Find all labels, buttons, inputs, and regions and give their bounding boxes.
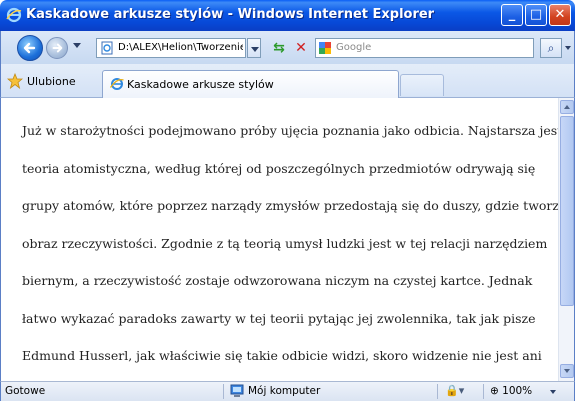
text-line: Edmund Husserl, jak właściwie się takie … (22, 348, 542, 363)
text-line: teoria atomistyczna, według której od po… (22, 160, 536, 176)
search-box[interactable]: Google (315, 38, 534, 58)
text-line: łatwo wykazać paradoks zawarty w tej teo… (22, 310, 536, 326)
tab-kaskadowe-arkusze[interactable]: Kaskadowe arkusze stylów (102, 70, 399, 98)
zoom-dropdown-icon[interactable] (550, 390, 556, 394)
new-tab-button[interactable] (400, 74, 444, 96)
back-button[interactable] (17, 35, 43, 61)
address-dropdown-button[interactable] (247, 38, 261, 58)
title-bar[interactable]: Kaskadowe arkusze stylów - Windows Inter… (0, 0, 575, 31)
navigation-toolbar: D:\ALEX\Helion\Tworzenie ⇆ ✕ Google ⌕ (0, 31, 575, 64)
window-title: Kaskadowe arkusze stylów - Windows Inter… (26, 7, 435, 22)
history-dropdown-icon[interactable] (73, 43, 81, 48)
status-bar: Gotowe Mój komputer 🔒▾ ⊕ 100% (0, 381, 575, 401)
internet-explorer-icon (6, 7, 22, 23)
text-line: Już w starożytności podejmowano próby uj… (22, 123, 558, 138)
google-icon (319, 42, 331, 54)
magnifier-icon: ⌕ (547, 41, 555, 55)
scroll-down-button[interactable] (560, 364, 574, 378)
zone-label: Mój komputer (248, 385, 321, 397)
stop-button[interactable]: ✕ (291, 38, 311, 58)
minimize-button[interactable]: _ (501, 4, 523, 26)
article-text: Już w starożytności podejmowano próby uj… (22, 112, 558, 375)
status-separator (223, 384, 224, 399)
maximize-button[interactable]: □ (525, 4, 547, 26)
arrow-left-icon (23, 42, 36, 54)
zoom-value: 100% (502, 385, 533, 397)
star-icon (7, 73, 23, 89)
text-line: biernym, a rzeczywistość zostaje odwzoro… (22, 273, 533, 288)
search-input[interactable]: Google (336, 42, 371, 53)
stop-icon: ✕ (295, 40, 307, 56)
zoom-level[interactable]: ⊕ 100% (490, 385, 532, 397)
vertical-scrollbar[interactable] (558, 98, 575, 381)
text-line: grupy atomów, które poprzez narządy zmys… (22, 198, 558, 213)
internet-explorer-icon (110, 78, 124, 90)
page-content: Już w starożytności podejmowano próby uj… (0, 98, 558, 381)
search-button[interactable]: ⌕ (540, 38, 562, 58)
arrow-right-icon (52, 43, 63, 53)
favorites-label: Ulubione (27, 75, 76, 88)
refresh-button[interactable]: ⇆ (269, 38, 289, 58)
computer-icon (230, 384, 244, 397)
address-bar[interactable]: D:\ALEX\Helion\Tworzenie (96, 38, 246, 58)
scrollbar-thumb[interactable] (560, 116, 574, 306)
status-separator (437, 384, 438, 399)
status-text: Gotowe (5, 385, 46, 397)
scroll-up-button[interactable] (560, 100, 574, 114)
page-icon (101, 41, 113, 55)
protected-mode-icon[interactable]: 🔒▾ (445, 384, 464, 397)
tab-label: Kaskadowe arkusze stylów (127, 78, 274, 91)
search-provider-dropdown[interactable] (563, 38, 574, 58)
address-text[interactable]: D:\ALEX\Helion\Tworzenie (118, 42, 243, 53)
text-line: obraz rzeczywistości. Zgodnie z tą teori… (22, 235, 548, 251)
status-separator (483, 384, 484, 399)
forward-button[interactable] (46, 37, 68, 59)
close-button[interactable]: ✕ (549, 4, 571, 26)
tab-bar: Ulubione Kaskadowe arkusze stylów (0, 64, 575, 98)
refresh-icon: ⇆ (273, 40, 285, 56)
